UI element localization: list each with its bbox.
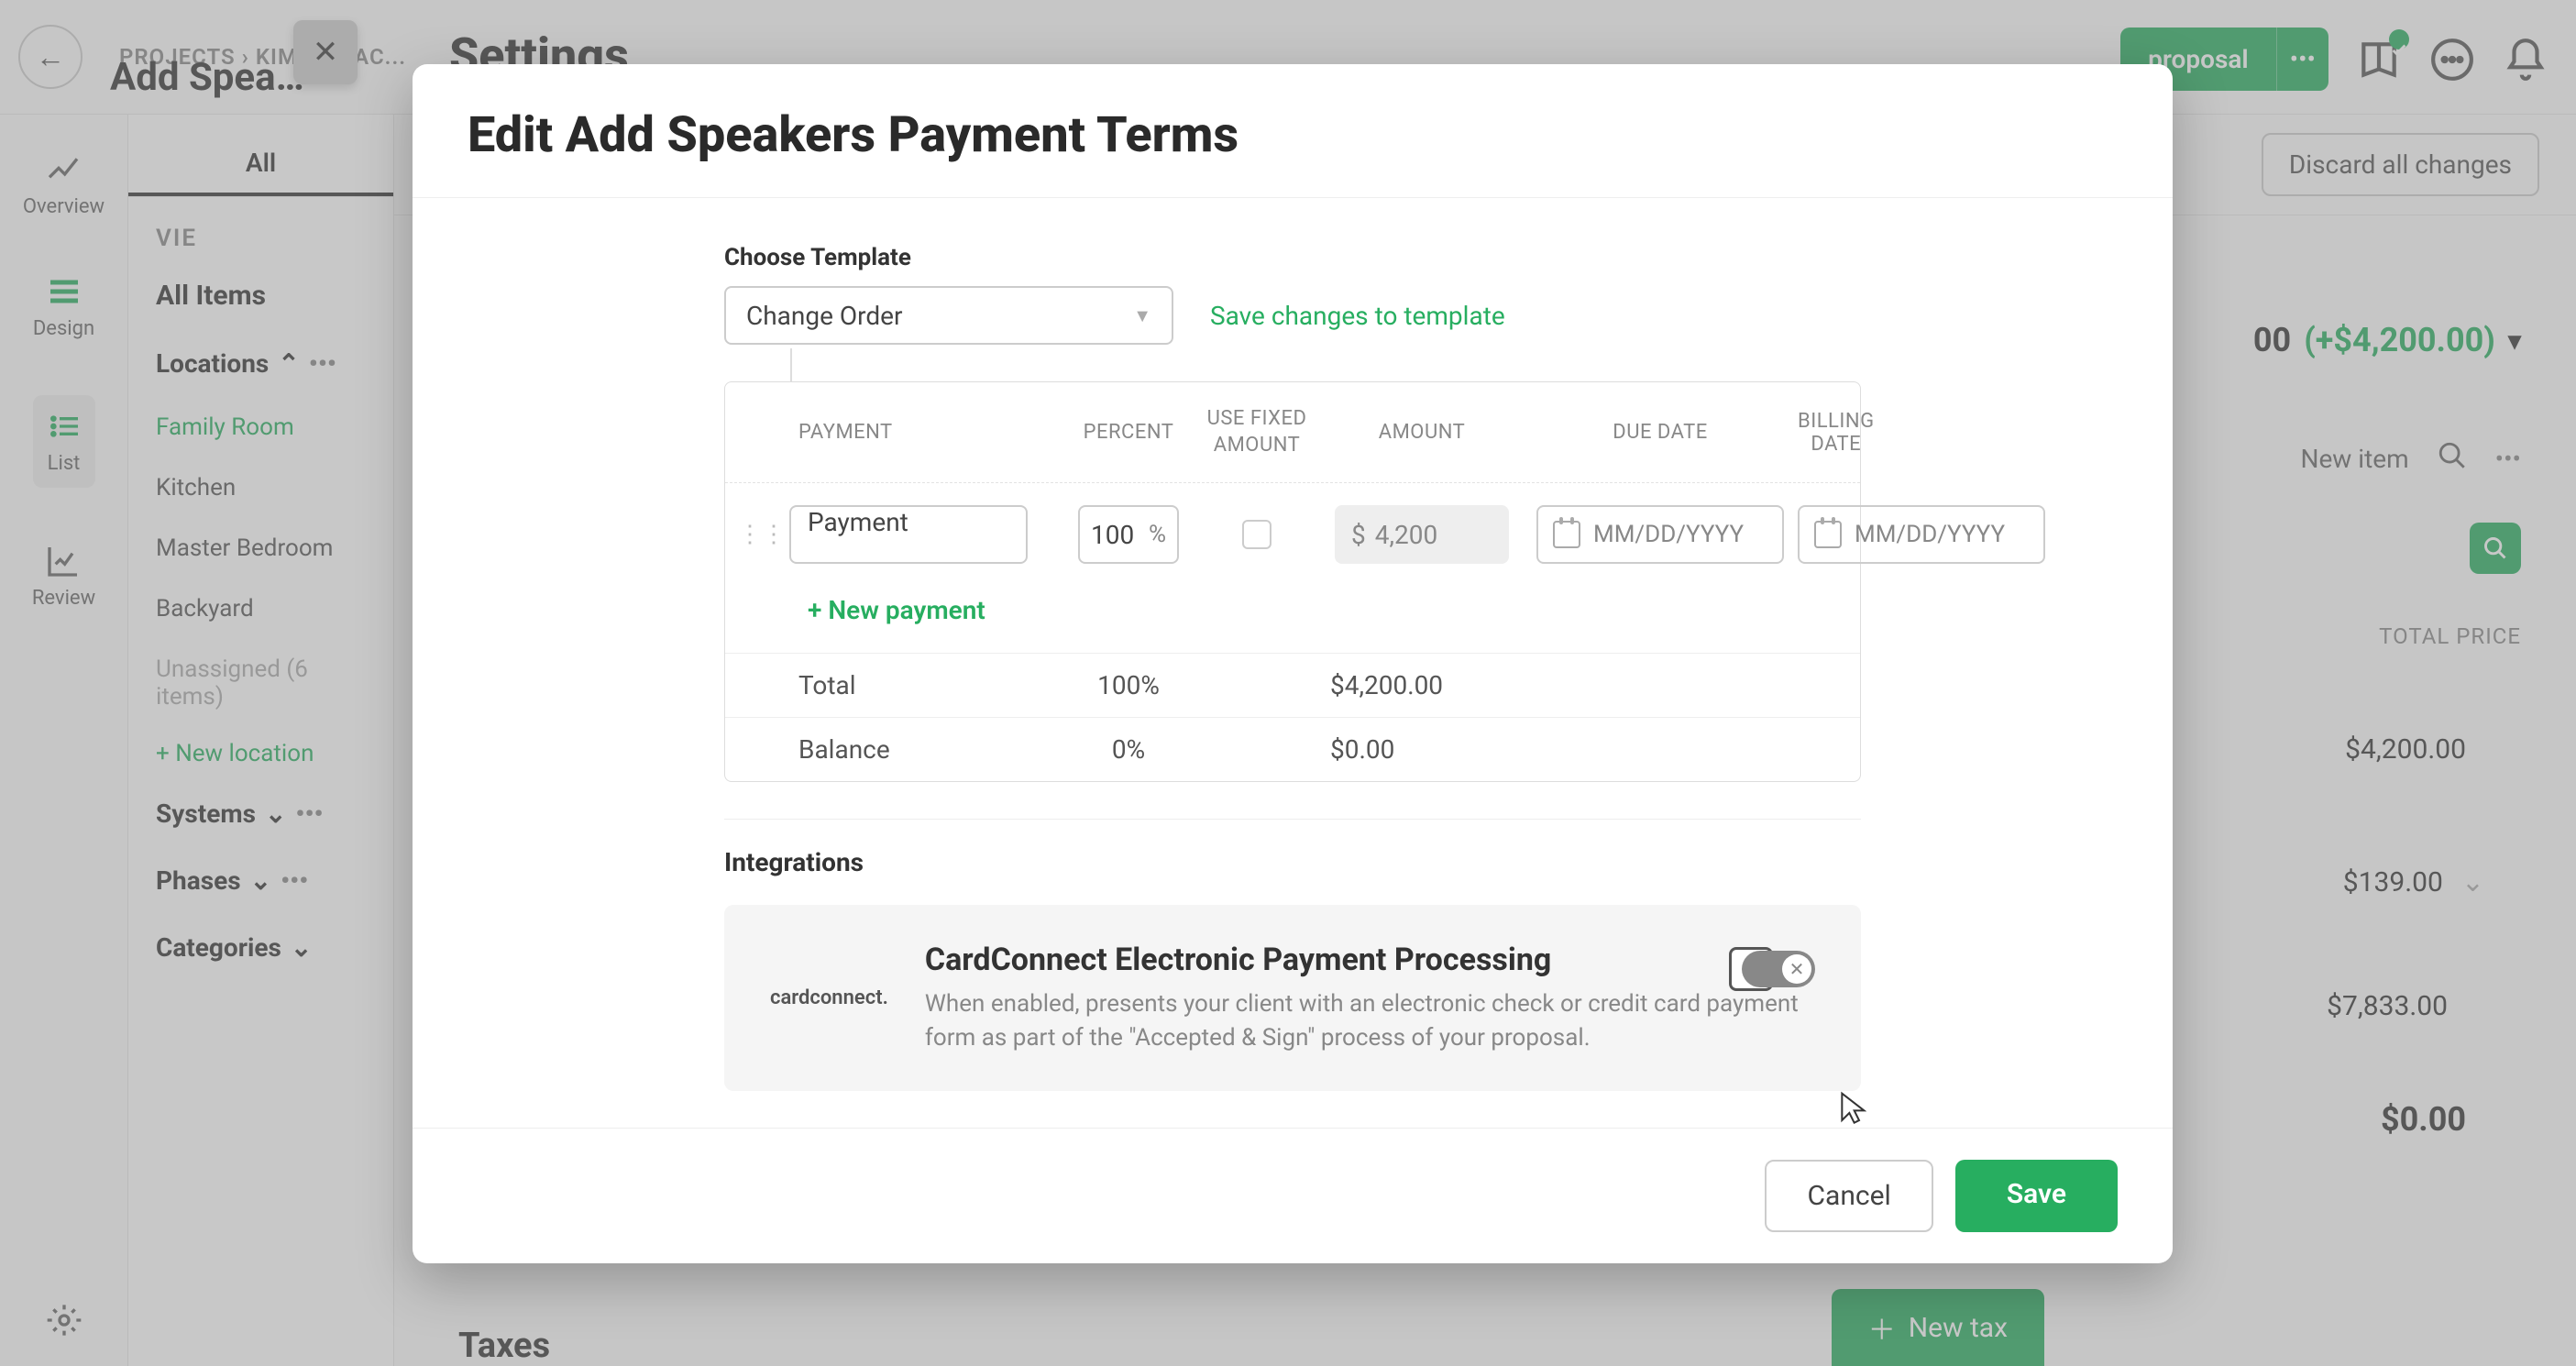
calendar-icon (1814, 521, 1842, 548)
integration-description: When enabled, presents your client with … (925, 987, 1815, 1054)
col-payment: PAYMENT (789, 421, 1064, 444)
integration-card: cardconnect. CardConnect Electronic Paym… (724, 905, 1861, 1091)
new-payment-link[interactable]: + New payment (725, 586, 1860, 653)
chevron-down-icon: ▼ (1133, 304, 1151, 327)
template-select-value: Change Order (746, 301, 902, 331)
payment-row: ⋮⋮ Payment 100 % $ 4,200 (725, 483, 1860, 586)
calendar-icon (1553, 521, 1580, 548)
col-use-fixed: USE FIXED AMOUNT (1193, 406, 1321, 458)
use-fixed-checkbox[interactable] (1242, 520, 1271, 549)
payment-name-input[interactable]: Payment (789, 505, 1028, 564)
save-template-link[interactable]: Save changes to template (1210, 301, 1505, 331)
toggle-knob: ✕ (1782, 954, 1811, 984)
total-percent: 100% (1064, 670, 1193, 700)
col-billing-date: BILLING DATE (1798, 410, 1875, 456)
save-button[interactable]: Save (1955, 1160, 2118, 1232)
table-header-row: PAYMENT PERCENT USE FIXED AMOUNT AMOUNT … (725, 382, 1860, 483)
integration-toggle[interactable]: ✕ (1742, 951, 1815, 987)
balance-row: Balance 0% $0.00 (725, 717, 1860, 781)
balance-amount-value: $0.00 (1321, 734, 1523, 765)
total-label: Total (789, 670, 1064, 700)
col-amount: AMOUNT (1321, 421, 1523, 444)
due-date-input[interactable]: MM/DD/YYYY (1536, 505, 1784, 564)
connector-line (790, 348, 792, 381)
modal-title: Edit Add Speakers Payment Terms (468, 106, 2118, 164)
cardconnect-logo: cardconnect. (770, 986, 888, 1009)
col-percent: PERCENT (1064, 421, 1193, 444)
modal-body: Choose Template Change Order ▼ Save chan… (413, 198, 2173, 1128)
drag-handle-icon[interactable]: ⋮⋮ (734, 521, 789, 548)
total-amount-value: $4,200.00 (1321, 670, 1523, 700)
section-divider (724, 819, 1861, 820)
integrations-label: Integrations (724, 847, 2118, 877)
billing-date-input[interactable]: MM/DD/YYYY (1798, 505, 2045, 564)
totals-row: Total 100% $4,200.00 (725, 653, 1860, 717)
balance-label: Balance (789, 734, 1064, 765)
integration-title: CardConnect Electronic Payment Processin… (925, 942, 1815, 978)
percent-input[interactable]: 100 % (1078, 505, 1179, 564)
modal-footer: Cancel Save (413, 1128, 2173, 1263)
col-due-date: DUE DATE (1523, 421, 1798, 444)
edit-payment-terms-modal: Edit Add Speakers Payment Terms Choose T… (413, 64, 2173, 1263)
amount-input[interactable]: $ 4,200 (1335, 505, 1509, 564)
choose-template-label: Choose Template (724, 244, 2118, 271)
balance-percent: 0% (1064, 734, 1193, 765)
cancel-button[interactable]: Cancel (1765, 1160, 1932, 1232)
modal-header: Edit Add Speakers Payment Terms (413, 64, 2173, 198)
template-select[interactable]: Change Order ▼ (724, 286, 1173, 345)
payments-table: PAYMENT PERCENT USE FIXED AMOUNT AMOUNT … (724, 381, 1861, 782)
